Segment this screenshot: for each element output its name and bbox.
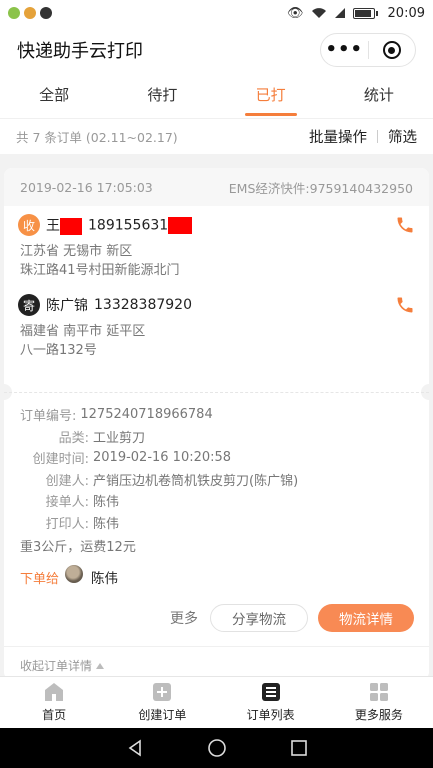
created-time: 2019-02-16 10:20:58 <box>93 450 232 466</box>
assignee-name: 陈伟 <box>91 571 119 587</box>
receiver-badge: 收 <box>18 214 40 236</box>
back-icon[interactable] <box>125 738 145 758</box>
nav-label: 创建订单 <box>138 708 187 722</box>
receiver-operator-value: 陈伟 <box>93 495 120 511</box>
avatar <box>65 565 84 583</box>
order-card-header: 2019-02-16 17:05:03 EMS经济快件:975914043295… <box>4 168 429 206</box>
app-title: 快递助手云打印 <box>17 41 143 62</box>
filter-divider <box>377 130 378 143</box>
plus-square-icon <box>153 683 172 701</box>
more-menu-icon[interactable]: ••• <box>321 41 368 59</box>
nav-create-order[interactable]: 创建订单 <box>108 677 216 728</box>
recents-icon[interactable] <box>289 738 309 758</box>
grid-icon <box>369 683 388 701</box>
eye-icon: 👁 <box>287 5 304 21</box>
signal-icon <box>334 8 345 18</box>
sender-badge: 寄 <box>18 294 40 316</box>
detail-label: 打印人: <box>45 516 89 532</box>
call-sender-icon[interactable] <box>395 295 415 315</box>
share-logistics-button[interactable]: 分享物流 <box>210 604 308 632</box>
sender-address-line1: 福建省 南平市 延平区 <box>20 324 146 339</box>
receiver-block: 收 王 189155631 江苏省 无锡市 新区 珠江路41号村田新能源北门 <box>18 212 415 280</box>
order-details: 订单编号: 1275240718966784 品类: 工业剪刀 创建时间: 2019-… <box>20 404 413 589</box>
receiver-address-line1: 江苏省 无锡市 新区 <box>20 244 133 259</box>
sender-name: 陈广锦 <box>46 298 88 314</box>
weight-fee: 重3公斤，运费12元 <box>20 540 136 555</box>
redaction-box <box>60 217 82 235</box>
home-circle-icon[interactable] <box>207 738 227 758</box>
order-count-summary: 共 7 条订单 (02.11~02.17) <box>16 130 178 145</box>
carrier-waybill: EMS经济快件:9759140432950 <box>228 180 413 196</box>
detail-row: 品类: 工业剪刀 <box>20 426 413 448</box>
printer-value: 陈伟 <box>93 516 120 532</box>
logistics-detail-button[interactable]: 物流详情 <box>318 604 414 632</box>
collapse-label: 收起订单详情 <box>20 659 93 673</box>
wifi-icon <box>311 8 326 18</box>
title-bar: 快递助手云打印 ••• <box>0 26 433 74</box>
collapse-details-toggle[interactable]: 收起订单详情 <box>4 646 429 680</box>
detail-row: 订单编号: 1275240718966784 <box>20 404 413 426</box>
sender-phone: 13328387920 <box>94 297 192 313</box>
nav-home[interactable]: 首页 <box>0 677 108 728</box>
filter-button[interactable]: 筛选 <box>388 126 417 147</box>
detail-label: 接单人: <box>45 495 89 511</box>
clock: 20:09 <box>387 5 425 21</box>
card-divider <box>4 392 429 393</box>
close-ring-icon <box>382 41 401 59</box>
receiver-name: 王 <box>46 215 82 235</box>
sender-block: 寄 陈广锦 13328387920 福建省 南平市 延平区 八一路132号 <box>18 292 415 360</box>
order-number: 1275240718966784 <box>80 407 213 423</box>
tab-statistics[interactable]: 统计 <box>325 74 433 118</box>
nav-label: 更多服务 <box>354 708 403 722</box>
detail-label: 品类: <box>58 430 89 446</box>
receiver-phone: 189155631 <box>88 216 193 234</box>
nav-label: 订单列表 <box>246 708 295 722</box>
order-card: 2019-02-16 17:05:03 EMS经济快件:975914043295… <box>4 168 429 680</box>
filter-bar: 共 7 条订单 (02.11~02.17) 批量操作 筛选 <box>0 118 433 154</box>
detail-label: 创建时间: <box>32 452 89 468</box>
chevron-up-icon <box>96 662 105 669</box>
order-actions: 更多 分享物流 物流详情 <box>170 604 414 632</box>
redaction-box <box>168 216 193 234</box>
nav-more-services[interactable]: 更多服务 <box>325 677 433 728</box>
system-nav-bar <box>0 728 433 768</box>
category-value: 工业剪刀 <box>93 430 146 446</box>
detail-label: 订单编号: <box>20 409 77 425</box>
receiver-address-line2: 珠江路41号村田新能源北门 <box>20 263 180 278</box>
nav-order-list[interactable]: 订单列表 <box>217 677 325 728</box>
app-notification-icon <box>8 7 20 19</box>
order-tabs: 全部 待打 已打 统计 <box>0 74 433 118</box>
detail-label: 创建人: <box>45 473 89 489</box>
app-notification-icon <box>24 7 36 19</box>
miniprogram-capsule: ••• <box>320 33 416 67</box>
notification-icons <box>8 7 52 19</box>
nav-label: 首页 <box>42 708 67 722</box>
detail-row: 接单人: 陈伟 <box>20 490 413 512</box>
more-button[interactable]: 更多 <box>170 608 198 628</box>
tab-printed[interactable]: 已打 <box>217 74 325 118</box>
sender-address-line2: 八一路132号 <box>20 343 97 358</box>
home-icon <box>45 683 64 701</box>
list-icon <box>261 683 280 701</box>
assigned-to: 下单给 陈伟 <box>20 565 413 589</box>
assign-label: 下单给 <box>20 571 60 587</box>
tab-all[interactable]: 全部 <box>0 74 108 118</box>
creator-value: 产销压边机卷筒机铁皮剪刀(陈广锦) <box>93 473 299 489</box>
detail-row: 打印人: 陈伟 <box>20 512 413 534</box>
call-receiver-icon[interactable] <box>395 215 415 235</box>
status-bar: 👁 20:09 <box>0 0 433 26</box>
detail-row: 创建时间: 2019-02-16 10:20:58 <box>20 447 413 469</box>
battery-icon <box>352 7 378 19</box>
detail-row: 创建人: 产销压边机卷筒机铁皮剪刀(陈广锦) <box>20 469 413 491</box>
bottom-nav: 首页 创建订单 订单列表 更多服务 <box>0 676 433 728</box>
tab-pending[interactable]: 待打 <box>108 74 216 118</box>
printed-time: 2019-02-16 17:05:03 <box>20 179 153 195</box>
batch-operation-button[interactable]: 批量操作 <box>309 126 367 147</box>
qq-icon <box>40 7 52 19</box>
close-miniprogram-button[interactable] <box>369 41 416 59</box>
